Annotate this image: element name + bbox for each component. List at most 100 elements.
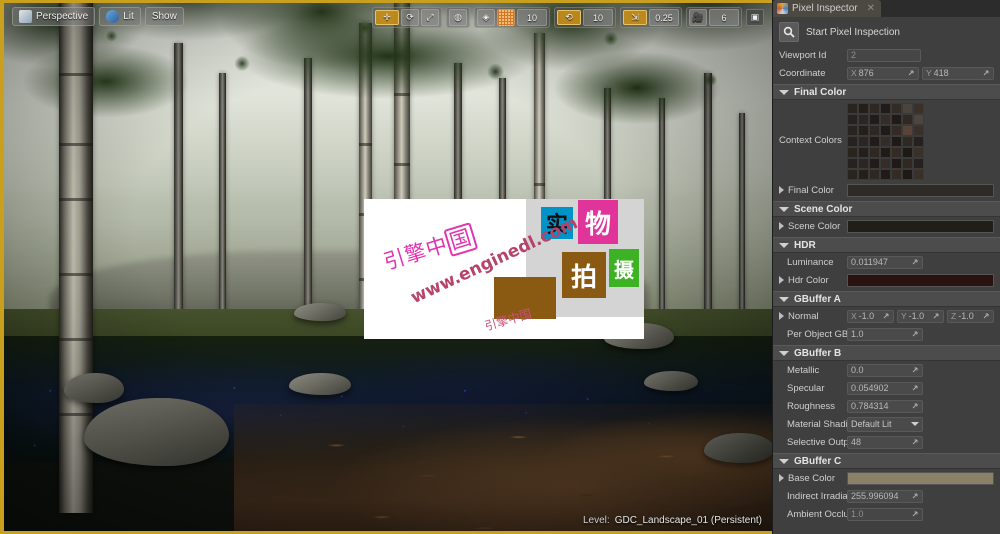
viewport-type-button[interactable]: Perspective <box>12 7 96 26</box>
rotate-gizmo-icon[interactable]: ⟳ <box>401 9 419 26</box>
context-color-swatch[interactable] <box>891 114 902 125</box>
specular-input[interactable]: 0.054902 <box>847 381 923 395</box>
camera-icon[interactable]: 🎥 <box>689 9 707 26</box>
context-color-swatch[interactable] <box>858 103 869 114</box>
context-color-swatch[interactable] <box>847 114 858 125</box>
context-color-swatch[interactable] <box>858 158 869 169</box>
start-pixel-inspection-row[interactable]: Start Pixel Inspection <box>773 17 1000 46</box>
surface-snap-icon[interactable]: ◈ <box>477 9 495 26</box>
chevron-right-icon[interactable] <box>779 186 784 194</box>
context-color-swatch[interactable] <box>902 103 913 114</box>
context-color-swatch[interactable] <box>880 114 891 125</box>
spinner-icon[interactable] <box>933 312 940 321</box>
chevron-right-icon[interactable] <box>779 222 784 230</box>
section-scene-color[interactable]: Scene Color <box>773 201 1000 217</box>
spinner-icon[interactable] <box>908 69 915 78</box>
spinner-icon[interactable] <box>912 384 919 393</box>
section-gbuffer-c[interactable]: GBuffer C <box>773 453 1000 469</box>
section-final-color[interactable]: Final Color <box>773 84 1000 100</box>
normal-z-input[interactable]: Z -1.0 <box>947 309 994 323</box>
context-color-swatch[interactable] <box>869 114 880 125</box>
context-color-swatch[interactable] <box>902 125 913 136</box>
spinner-icon[interactable] <box>912 258 919 267</box>
context-color-swatch[interactable] <box>869 169 880 180</box>
context-color-swatch[interactable] <box>858 136 869 147</box>
spinner-icon[interactable] <box>912 402 919 411</box>
spinner-icon[interactable] <box>912 366 919 375</box>
context-color-swatch[interactable] <box>891 136 902 147</box>
context-color-swatch[interactable] <box>847 147 858 158</box>
context-color-swatch[interactable] <box>869 103 880 114</box>
spinner-icon[interactable] <box>912 438 919 447</box>
coordinate-x-input[interactable]: X 876 <box>847 66 919 80</box>
context-color-swatch[interactable] <box>913 136 924 147</box>
context-color-swatch[interactable] <box>913 158 924 169</box>
view-mode-button[interactable]: Lit <box>99 7 141 26</box>
context-color-swatch[interactable] <box>880 147 891 158</box>
context-color-swatch[interactable] <box>858 147 869 158</box>
spinner-icon[interactable] <box>883 312 890 321</box>
grid-icon[interactable] <box>497 9 515 26</box>
context-color-swatch[interactable] <box>847 158 858 169</box>
normal-x-input[interactable]: X -1.0 <box>847 309 894 323</box>
spinner-icon[interactable] <box>912 492 919 501</box>
maximize-icon[interactable]: ▣ <box>746 9 764 26</box>
chevron-right-icon[interactable] <box>779 276 784 284</box>
context-color-swatch[interactable] <box>847 125 858 136</box>
context-color-swatch[interactable] <box>869 147 880 158</box>
hdr-color-swatch[interactable] <box>847 273 994 287</box>
context-color-swatch[interactable] <box>902 169 913 180</box>
spinner-icon[interactable] <box>912 330 919 339</box>
context-color-swatch[interactable] <box>847 103 858 114</box>
spinner-icon[interactable] <box>983 69 990 78</box>
context-color-swatch[interactable] <box>869 158 880 169</box>
section-hdr[interactable]: HDR <box>773 237 1000 253</box>
context-color-swatch[interactable] <box>913 169 924 180</box>
context-color-swatch[interactable] <box>880 103 891 114</box>
selective-output-input[interactable]: 48 <box>847 435 923 449</box>
context-color-swatch[interactable] <box>847 136 858 147</box>
normal-y-input[interactable]: Y -1.0 <box>897 309 944 323</box>
context-color-swatch[interactable] <box>891 103 902 114</box>
chevron-right-icon[interactable] <box>779 312 784 320</box>
camera-speed-value[interactable]: 6 <box>709 9 739 26</box>
context-color-swatch[interactable] <box>847 169 858 180</box>
context-color-swatch[interactable] <box>891 169 902 180</box>
context-color-swatch[interactable] <box>869 136 880 147</box>
context-color-swatch[interactable] <box>902 158 913 169</box>
context-color-swatch[interactable] <box>913 114 924 125</box>
context-color-swatch[interactable] <box>858 114 869 125</box>
context-color-swatch[interactable] <box>869 125 880 136</box>
context-color-swatch[interactable] <box>880 169 891 180</box>
context-color-swatch[interactable] <box>913 125 924 136</box>
indirect-irradiance-input[interactable]: 255.996094 <box>847 489 923 503</box>
scene-color-swatch[interactable] <box>847 219 994 233</box>
section-gbuffer-b[interactable]: GBuffer B <box>773 345 1000 361</box>
spinner-icon[interactable] <box>912 510 919 519</box>
context-color-swatch[interactable] <box>913 147 924 158</box>
level-viewport[interactable]: Perspective Lit Show ✛ ⟳ ⤢ ◍ ◈ 10 ⟲ 10 ⇲… <box>0 0 772 534</box>
final-color-swatch[interactable] <box>847 183 994 197</box>
context-color-swatch[interactable] <box>902 147 913 158</box>
rotation-snap-value[interactable]: 10 <box>583 9 613 26</box>
context-color-swatch[interactable] <box>902 114 913 125</box>
tab-pixel-inspector[interactable]: Pixel Inspector ✕ <box>773 0 881 17</box>
move-arrows-icon[interactable]: ✛ <box>375 10 399 25</box>
context-color-swatch[interactable] <box>880 125 891 136</box>
scale-snap-icon[interactable]: ⇲ <box>623 10 647 25</box>
context-color-swatch[interactable] <box>902 136 913 147</box>
per-object-gbuffer-input[interactable]: 1.0 <box>847 327 923 341</box>
globe-icon[interactable]: ◍ <box>449 9 467 26</box>
spinner-icon[interactable] <box>983 312 990 321</box>
context-colors-grid[interactable] <box>847 103 924 180</box>
context-color-swatch[interactable] <box>891 125 902 136</box>
context-color-swatch[interactable] <box>880 158 891 169</box>
scale-gizmo-icon[interactable]: ⤢ <box>421 9 439 26</box>
context-color-swatch[interactable] <box>891 147 902 158</box>
show-menu-button[interactable]: Show <box>144 7 184 26</box>
grid-snap-value[interactable]: 10 <box>517 9 547 26</box>
luminance-input[interactable]: 0.011947 <box>847 255 923 269</box>
viewport-id-input[interactable]: 2 <box>847 48 921 62</box>
scale-snap-value[interactable]: 0.25 <box>649 9 679 26</box>
section-gbuffer-a[interactable]: GBuffer A <box>773 291 1000 307</box>
